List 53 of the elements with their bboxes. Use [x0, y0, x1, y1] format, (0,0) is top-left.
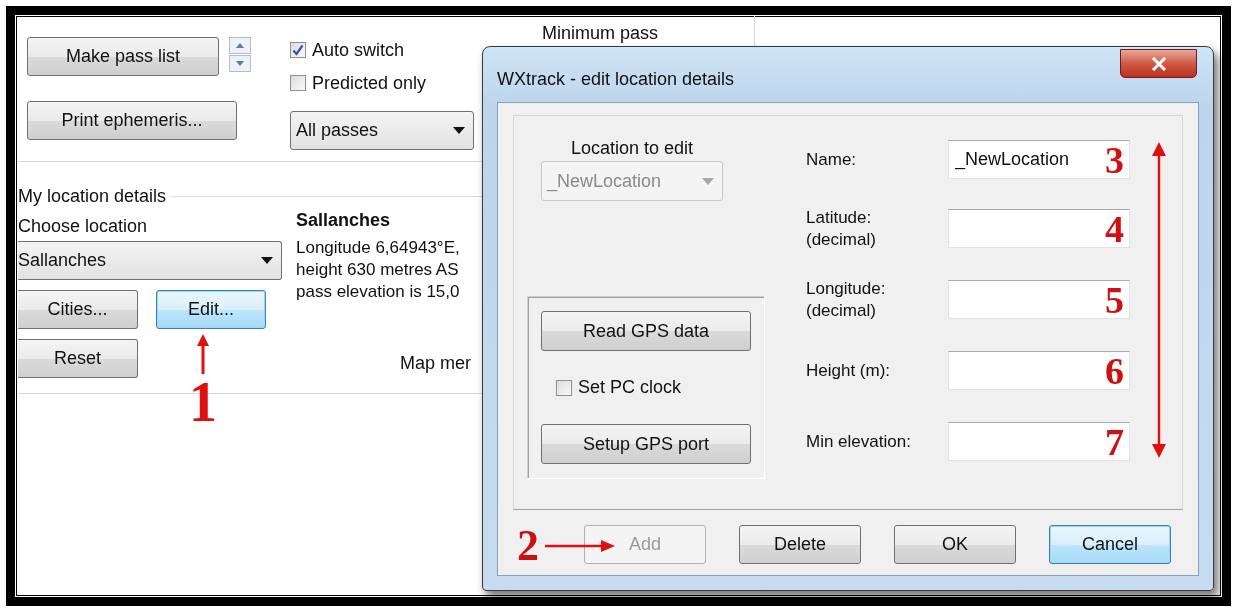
window-title: WXtrack - edit location details	[497, 69, 735, 90]
input-field[interactable]	[948, 280, 1130, 319]
button[interactable]: Read GPS data	[541, 311, 751, 351]
step-number: 2	[517, 524, 539, 568]
checkbox[interactable]	[290, 42, 306, 58]
step-number: 7	[1105, 423, 1124, 461]
button[interactable]: OK	[894, 525, 1016, 564]
checkbox[interactable]	[290, 75, 306, 91]
button[interactable]: Cities...	[18, 290, 138, 329]
step-number: 1	[189, 374, 217, 430]
step-number: 3	[1105, 141, 1124, 179]
group-title: My location details	[18, 186, 167, 207]
close-button[interactable]	[1120, 49, 1197, 78]
step-number: 5	[1105, 281, 1124, 319]
dropdown-arrow-icon	[261, 257, 273, 264]
location-dropdown[interactable]: Sallanches	[18, 241, 282, 280]
pass-filter-dropdown[interactable]: All passes	[290, 111, 474, 150]
place-name: Sallanches	[296, 209, 392, 231]
field-label: Min elevation:	[806, 430, 912, 453]
field-label: Choose location	[18, 216, 149, 237]
input-field[interactable]	[948, 209, 1130, 248]
checkbox-label: Set PC clock	[578, 377, 682, 398]
field-label: Minimum pass	[542, 23, 659, 43]
input-field[interactable]	[948, 351, 1130, 390]
field-label: Longitude: (decimal)	[806, 277, 887, 322]
checkbox-label: Auto switch	[312, 39, 405, 61]
location-details-line: height 630 metres AS	[296, 259, 460, 281]
field-label: Location to edit	[570, 138, 694, 159]
button[interactable]: Reset	[18, 339, 138, 378]
field-label: Name:	[806, 148, 858, 171]
arrow-icon	[197, 334, 209, 374]
arrow-icon	[545, 540, 615, 552]
field-label: Height (m):	[806, 359, 892, 382]
double-arrow-icon	[1152, 142, 1166, 458]
step-number: 4	[1105, 210, 1124, 248]
dropdown-arrow-icon	[453, 127, 465, 134]
input-field[interactable]	[948, 422, 1130, 461]
step-number: 6	[1105, 352, 1124, 390]
button[interactable]: Setup GPS port	[541, 424, 751, 464]
checkbox-label: Predicted only	[312, 72, 427, 94]
button[interactable]: Print ephemeris...	[27, 101, 237, 140]
button[interactable]: Delete	[739, 525, 861, 564]
field-label: Latitude: (decimal)	[806, 206, 877, 251]
close-icon	[1150, 56, 1167, 71]
dropdown-arrow-icon	[702, 177, 714, 185]
button[interactable]: Make pass list	[27, 37, 219, 76]
button[interactable]: Edit...	[156, 290, 266, 329]
location-details-line: pass elevation is 15,0	[296, 281, 461, 303]
field-label: Map mer	[400, 352, 471, 374]
checkbox[interactable]	[556, 379, 572, 396]
location-details-line: Longitude 6,64943°E,	[296, 237, 461, 259]
button[interactable]: Cancel	[1049, 525, 1171, 564]
spinner[interactable]	[229, 37, 251, 72]
